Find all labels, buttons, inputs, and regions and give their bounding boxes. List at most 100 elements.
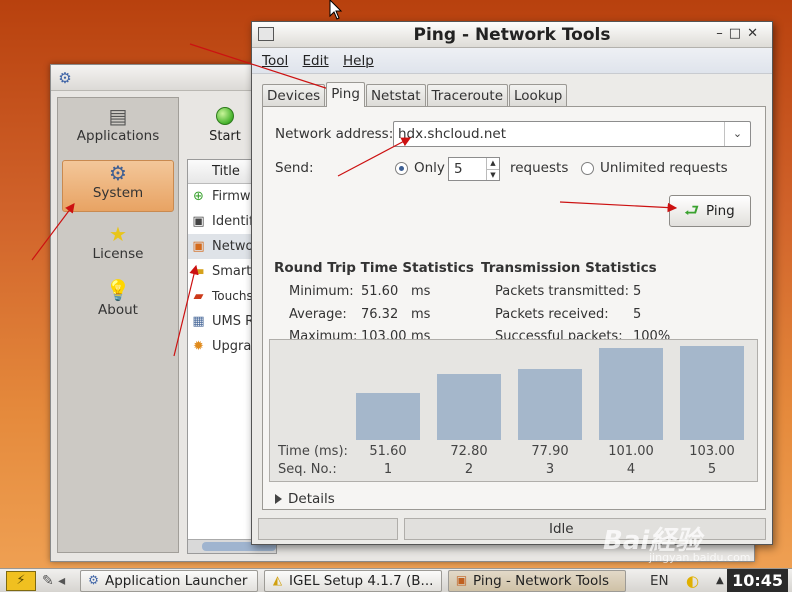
sidebar-item-label: License: [92, 246, 144, 262]
chart-seq-value: 2: [464, 462, 474, 477]
bulb-icon: 💡: [105, 278, 131, 302]
list-item-label: Smart: [212, 264, 252, 279]
tab-lookup[interactable]: Lookup: [509, 84, 568, 107]
quicklaunch-icon[interactable]: ✎ ◂: [42, 571, 65, 591]
chart-bar: [680, 346, 744, 440]
start-button[interactable]: Start: [205, 107, 245, 144]
chart-time-value: 103.00: [689, 444, 735, 459]
average-label: Average:: [289, 307, 347, 322]
window-icon: ▣: [455, 573, 468, 587]
network-icon: ▣: [192, 239, 205, 254]
rtt-heading: Round Trip Time Statistics: [274, 260, 474, 276]
gear-icon: ⚙: [88, 573, 99, 587]
requests-stepper[interactable]: ▲ ▼: [448, 157, 500, 181]
close-icon[interactable]: ✕: [747, 26, 764, 41]
taskbar-item-label: IGEL Setup 4.1.7 (B...: [289, 573, 434, 589]
tab-traceroute[interactable]: Traceroute: [426, 84, 509, 107]
minimum-label: Minimum:: [289, 284, 354, 299]
menu-help[interactable]: Help: [343, 53, 374, 69]
list-item-label: Touchs: [212, 289, 253, 303]
applications-icon: ▤: [108, 104, 128, 128]
chart-seq-value: 1: [383, 462, 393, 477]
packets-received-value: 5: [633, 307, 642, 322]
list-item-label: Upgra: [212, 339, 252, 354]
chart-seq-value: 3: [545, 462, 555, 477]
tab-ping[interactable]: Ping: [326, 82, 365, 107]
average-unit: ms: [411, 307, 431, 322]
watermark-sub: jingyan.baidu.com: [649, 551, 751, 564]
packets-transmitted-label: Packets transmitted:: [495, 284, 629, 299]
details-label: Details: [288, 491, 335, 507]
chart-time-value: 77.90: [531, 444, 569, 459]
taskbar-item-ping[interactable]: ▣ Ping - Network Tools: [448, 570, 626, 592]
chart-seq-value: 5: [707, 462, 717, 477]
network-address-combo[interactable]: ⌄: [393, 121, 751, 147]
tab-devices[interactable]: Devices: [262, 84, 326, 107]
taskbar-item-label: Application Launcher: [105, 573, 248, 589]
upgrade-icon: ✹: [193, 339, 204, 354]
requests-input[interactable]: [449, 158, 485, 180]
igel-menu-icon[interactable]: ⚡: [6, 571, 36, 591]
maximize-icon[interactable]: □: [729, 26, 747, 41]
taskbar-item-igel-setup[interactable]: ◭ IGEL Setup 4.1.7 (B...: [264, 570, 442, 592]
start-icon: [216, 107, 234, 125]
taskbar-item-label: Ping - Network Tools: [473, 573, 610, 589]
expand-triangle-icon: [275, 494, 282, 504]
touchscreen-icon: ▰: [193, 289, 204, 304]
average-value: 76.32: [361, 307, 399, 322]
window-title: Ping - Network Tools: [413, 25, 611, 45]
taskbar: ⚡ ✎ ◂ ⚙ Application Launcher ◭ IGEL Setu…: [0, 568, 792, 592]
only-label: Only: [414, 160, 445, 176]
monitor-icon: ▣: [192, 214, 205, 229]
taskbar-item-application-launcher[interactable]: ⚙ Application Launcher: [80, 570, 258, 592]
chart-time-value: 101.00: [608, 444, 654, 459]
menu-edit[interactable]: Edit: [303, 53, 329, 69]
chart-bar: [518, 369, 582, 440]
network-address-input[interactable]: [394, 122, 714, 146]
chart-time-value: 51.60: [369, 444, 407, 459]
clock[interactable]: 10:45: [727, 569, 788, 592]
chevron-down-icon[interactable]: ⌄: [724, 122, 750, 146]
seq-row-label: Seq. No.:: [278, 462, 337, 477]
smartcard-icon: ▬: [192, 264, 205, 279]
spin-up-icon[interactable]: ▲: [486, 158, 499, 169]
sidebar-item-label: Applications: [76, 128, 160, 144]
window-controls: –□✕: [716, 26, 764, 41]
volume-icon[interactable]: ◐: [686, 572, 699, 590]
sidebar-item-applications[interactable]: ▤ Applications: [62, 104, 174, 156]
tray-expand-icon[interactable]: ▲: [716, 572, 724, 590]
minimum-unit: ms: [411, 284, 431, 299]
ping-panel: Network address: ⌄ Send: Only ▲ ▼ reques…: [262, 106, 766, 510]
gear-icon: ⚙: [58, 69, 72, 87]
ping-button[interactable]: ⮐ Ping: [669, 195, 751, 227]
packets-received-label: Packets received:: [495, 307, 609, 322]
minimum-value: 51.60: [361, 284, 399, 299]
language-indicator[interactable]: EN: [650, 572, 669, 590]
ping-time-graph: Time (ms): Seq. No.: 51.60 1 72.80 2 77.90 3 1…: [269, 339, 758, 482]
firmware-icon: ⊕: [193, 189, 204, 204]
menubar: Tool Edit Help: [252, 48, 772, 74]
chart-seq-value: 4: [626, 462, 636, 477]
sidebar-item-license[interactable]: ★ License: [62, 222, 174, 274]
baidu-watermark: Bai経验 jingyan.baidu.com: [603, 520, 751, 564]
star-icon: ★: [109, 222, 127, 246]
tab-netstat[interactable]: Netstat: [365, 84, 426, 107]
details-expander[interactable]: Details: [275, 491, 335, 507]
requests-label: requests: [510, 160, 569, 176]
status-progress: [258, 518, 398, 540]
sidebar-item-system[interactable]: ⚙ System: [62, 160, 174, 212]
chart-bar: [356, 393, 420, 440]
unlimited-label: Unlimited requests: [600, 160, 728, 176]
minimize-icon[interactable]: –: [716, 26, 729, 41]
sidebar-item-about[interactable]: 💡 About: [62, 278, 174, 330]
menu-tool[interactable]: Tool: [262, 53, 288, 69]
chart-time-value: 72.80: [450, 444, 488, 459]
time-row-label: Time (ms):: [278, 444, 348, 459]
only-radio[interactable]: [395, 162, 408, 175]
spin-down-icon[interactable]: ▼: [486, 169, 499, 180]
status-label: Idle: [549, 521, 574, 537]
unlimited-radio[interactable]: [581, 162, 594, 175]
network-address-label: Network address:: [275, 126, 394, 142]
ping-titlebar[interactable]: Ping - Network Tools –□✕: [252, 22, 772, 48]
start-label: Start: [209, 129, 241, 144]
